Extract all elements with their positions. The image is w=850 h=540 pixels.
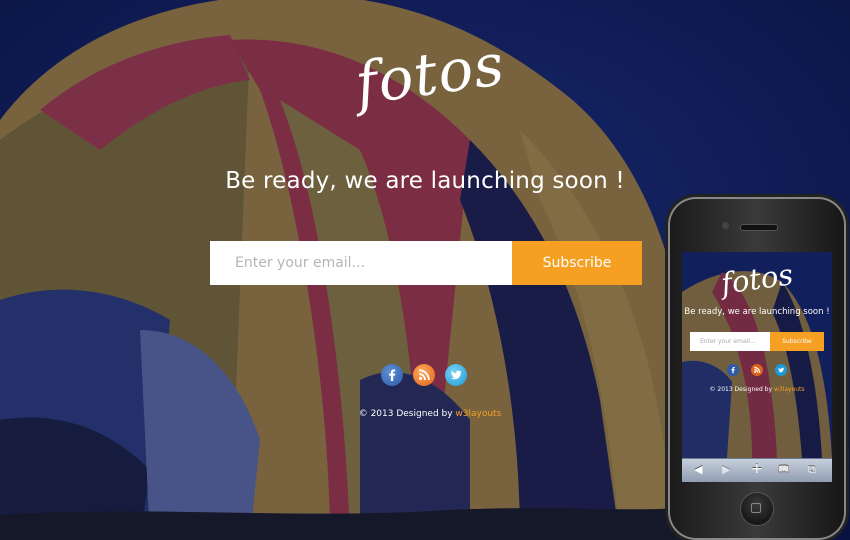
subscribe-form: Subscribe [210,241,642,285]
home-button[interactable] [741,493,773,525]
phone-facebook-icon[interactable] [727,364,739,376]
phone-footer-link[interactable]: w3layouts [774,386,805,393]
back-icon[interactable]: ◀ [694,463,702,476]
footer-credits: © 2013 Designed by w3layouts [320,409,540,419]
phone-subscribe-button[interactable]: Subscribe [770,332,824,351]
phone-mockup: fotos Be ready, we are launching soon ! … [668,197,846,540]
rss-icon[interactable] [413,364,435,386]
camera-icon [722,222,729,229]
email-input[interactable] [210,241,512,285]
phone-social-links [727,364,787,376]
twitter-icon[interactable] [445,364,467,386]
phone-footer-credits: © 2013 Designed by w3layouts [682,386,832,393]
phone-email-input[interactable] [690,332,770,351]
social-links [381,364,471,386]
phone-footer-copyright: © 2013 Designed by [709,386,774,393]
hero-tagline: Be ready, we are launching soon ! [225,168,625,194]
subscribe-button[interactable]: Subscribe [512,241,642,285]
speaker-grill [740,224,778,231]
forward-icon[interactable]: ▶ [722,463,730,476]
footer-copyright: © 2013 Designed by [358,409,456,419]
phone-twitter-icon[interactable] [775,364,787,376]
footer-link[interactable]: w3layouts [455,409,501,419]
facebook-icon[interactable] [381,364,403,386]
tabs-icon[interactable]: ⧉ [808,463,816,477]
phone-tagline: Be ready, we are launching soon ! [684,307,830,317]
phone-screen: fotos Be ready, we are launching soon ! … [682,252,832,482]
phone-rss-icon[interactable] [751,364,763,376]
browser-toolbar: ◀ ▶ + 📖 ⧉ [682,458,832,482]
add-icon[interactable]: + [751,461,763,477]
bookmarks-icon[interactable]: 📖 [778,465,789,475]
